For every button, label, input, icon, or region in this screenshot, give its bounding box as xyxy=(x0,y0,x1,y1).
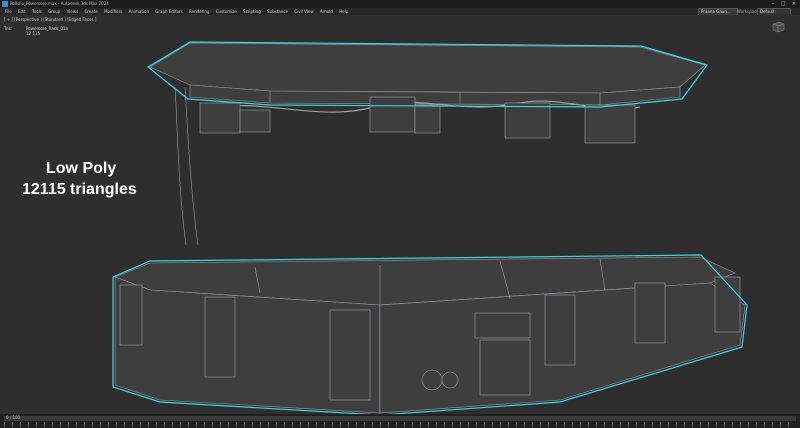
vent-panel xyxy=(479,339,531,396)
corner-bracket xyxy=(634,282,666,344)
menu-civil-view[interactable]: Civil View xyxy=(294,8,313,15)
cable-left xyxy=(174,86,187,246)
stats-label: Tris: xyxy=(4,26,13,31)
menu-modifiers[interactable]: Modifiers xyxy=(104,8,122,15)
stats-value: 12 115 xyxy=(26,31,40,36)
corner-bracket xyxy=(714,276,741,333)
menu-customize[interactable]: Customize xyxy=(216,8,237,15)
timeline-ticks xyxy=(4,422,796,427)
hanger-module xyxy=(199,102,241,134)
time-slider[interactable] xyxy=(4,416,796,421)
viewport-mesh xyxy=(112,41,748,415)
menu-tools[interactable]: Tools xyxy=(32,8,42,15)
overlay-subtitle: 12115 triangles xyxy=(22,181,137,198)
hanger-module xyxy=(369,96,416,133)
menu-group[interactable]: Group xyxy=(48,8,60,15)
menu-scripting[interactable]: Scripting xyxy=(243,8,261,15)
hanger-module xyxy=(239,109,271,133)
timeline[interactable]: 0 / 100 xyxy=(0,414,800,428)
frame-counter: 0 / 100 xyxy=(6,415,21,420)
overlay-title: Low Poly xyxy=(46,160,117,177)
viewport-label[interactable]: [ + ] [Perspective ] [Standard ] [Edged … xyxy=(4,17,96,22)
hanger-module xyxy=(504,102,551,139)
menu-create[interactable]: Create xyxy=(84,8,97,15)
menu-views[interactable]: Views xyxy=(67,8,79,15)
app-icon xyxy=(2,1,8,7)
front-port xyxy=(421,369,443,391)
corner-bracket xyxy=(329,309,371,401)
minimize-button[interactable]: – xyxy=(768,0,778,8)
menu-rendering[interactable]: Rendering xyxy=(189,8,209,15)
top-panel xyxy=(149,42,706,94)
cable-right xyxy=(184,86,199,246)
close-button[interactable]: × xyxy=(789,0,799,8)
menu-substance[interactable]: Substance xyxy=(267,8,288,15)
viewcube-icon[interactable] xyxy=(770,20,786,34)
window-title: Pollolio_Powercore.max - Autodesk 3ds Ma… xyxy=(10,1,109,6)
corner-bracket xyxy=(544,294,576,366)
hanger-module xyxy=(584,104,636,144)
menu-help[interactable]: Help xyxy=(339,8,348,15)
maximize-button[interactable]: □ xyxy=(778,0,788,8)
menu-bar: File Edit Tools Group Views Create Modif… xyxy=(0,8,800,15)
corner-bracket xyxy=(119,284,143,346)
polygon-stats: Tris: Powercore_Rack_01a 12 115 xyxy=(4,26,68,36)
menu-graph-editors[interactable]: Graph Editors xyxy=(155,8,182,15)
menu-edit[interactable]: Edit xyxy=(18,8,26,15)
menu-animation[interactable]: Animation xyxy=(129,8,149,15)
front-port xyxy=(441,371,459,389)
menu-arnold[interactable]: Arnold xyxy=(320,8,333,15)
hanger-module xyxy=(414,104,441,134)
title-bar: Pollolio_Powercore.max - Autodesk 3ds Ma… xyxy=(0,0,800,8)
menu-file[interactable]: File xyxy=(5,8,12,15)
control-panel xyxy=(474,312,531,339)
corner-bracket xyxy=(204,296,236,378)
